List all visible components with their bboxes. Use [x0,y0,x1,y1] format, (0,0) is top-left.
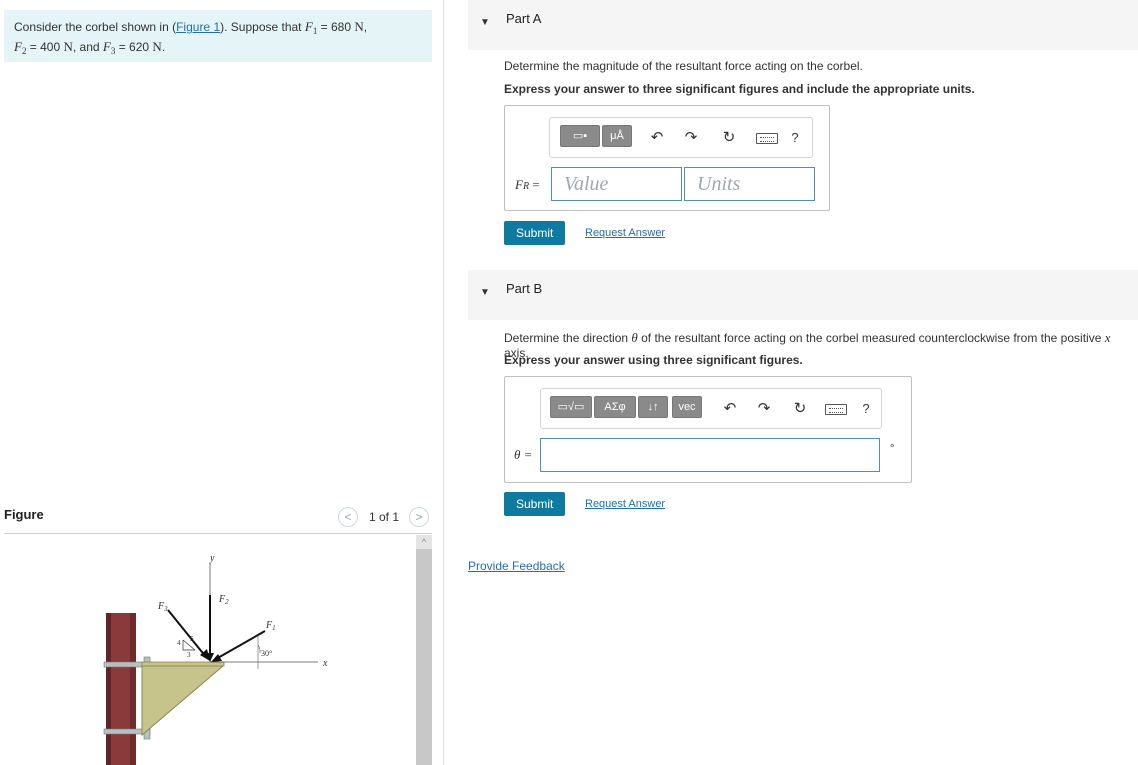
f2-label: F2 [218,594,229,606]
part-b-request-answer-link[interactable]: Request Answer [585,498,665,510]
figure-counter: 1 of 1 [369,510,400,524]
degree-unit: ° [890,443,895,455]
help-icon[interactable]: ? [857,401,875,417]
part-b-instruction: Express your answer using three signific… [504,353,803,367]
undo-icon[interactable]: ↶ [648,130,666,146]
scroll-up-button[interactable]: ^ [416,535,432,549]
x-axis-label: x [322,658,328,669]
arrows-button[interactable]: ↓↑ [638,396,668,418]
keyboard-icon[interactable] [825,404,847,415]
redo-icon[interactable]: ↷ [682,130,700,146]
y-axis-label: y [209,553,215,564]
slope-label-5: 5 [190,635,194,643]
value-field[interactable] [551,167,682,201]
part-a-submit-button[interactable]: Submit [504,221,566,245]
reset-icon[interactable]: ↻ [791,401,809,417]
column-edge [106,613,111,765]
part-a-title: Part A [506,11,542,26]
reset-icon[interactable]: ↻ [720,130,738,146]
provide-feedback-link[interactable]: Provide Feedback [468,559,565,573]
problem-intro: Consider the corbel shown in ( [14,20,177,34]
f1-arrow [215,630,266,660]
sqrt-template-button[interactable]: ▭√▭ [550,396,592,418]
f1-symbol: F [304,19,313,34]
f1-value: = 680 [317,20,352,34]
f2-value: = 400 [26,40,61,54]
part-b-submit-button[interactable]: Submit [504,492,566,516]
theta-input[interactable] [541,439,879,471]
f3-symbol: F [102,39,111,54]
units-input[interactable] [685,168,814,200]
part-b-toolbar: ▭√▭ ΑΣφ ↓↑ vec ↶ ↷ ↻ ? [540,388,882,429]
units-button[interactable]: μÅ [602,125,632,147]
keyboard-icon[interactable] [756,133,778,144]
angle-label: 30° [261,649,272,658]
f2-unit: N [63,39,73,54]
fr-label: FR = [515,177,540,192]
part-a-header[interactable]: ▼ Part A [468,0,1138,50]
part-a-toolbar: ▭▪ μÅ ↶ ↷ ↻ ? [549,117,813,158]
problem-text: ). Suppose that [220,20,305,34]
theta-label: θ = [514,447,533,462]
f3-value: = 620 [115,40,150,54]
f1-unit: N [354,19,364,34]
part-a-request-answer-link[interactable]: Request Answer [585,227,665,239]
problem-statement: Consider the corbel shown in (Figure 1).… [4,10,432,62]
theta-field[interactable] [540,438,880,472]
part-a-toggle-icon[interactable]: ▼ [480,17,490,28]
figure-scrollbar[interactable] [416,535,432,765]
slope-label-3: 3 [187,651,191,659]
undo-icon[interactable]: ↶ [721,401,739,417]
greek-symbols-button[interactable]: ΑΣφ [594,396,636,418]
column-divider [443,0,444,765]
corbel-figure: y x F2 F3 4 5 3 F1 30° [103,553,328,765]
template-button[interactable]: ▭▪ [560,125,600,147]
f2-symbol: F [14,39,22,54]
f1-label: F1 [265,620,276,632]
units-field[interactable] [684,167,815,201]
part-a-prompt: Determine the magnitude of the resultant… [504,59,863,73]
part-a-answer-box: ▭▪ μÅ ↶ ↷ ↻ ? FR = [504,105,830,211]
redo-icon[interactable]: ↷ [755,401,773,417]
previous-figure-button[interactable]: < [338,507,358,527]
vector-button[interactable]: vec [672,396,702,418]
part-b-toggle-icon[interactable]: ▼ [480,287,490,298]
part-b-header[interactable]: ▼ Part B [468,270,1138,320]
bracket-top-plate [141,661,225,667]
figure-divider [4,533,432,534]
separator: . [161,40,166,54]
part-b-answer-box: ▭√▭ ΑΣφ ↓↑ vec ↶ ↷ ↻ ? θ = ° [504,376,912,483]
part-a-instruction: Express your answer to three significant… [504,82,975,96]
figure-link[interactable]: Figure 1 [176,20,220,34]
bracket [141,665,225,737]
value-input[interactable] [552,168,681,200]
separator: , [363,20,368,34]
slope-label-4: 4 [177,639,181,647]
f3-label: F3 [157,601,168,613]
angle-arc [257,644,261,654]
column-edge-right [130,613,136,765]
separator: , and [72,40,103,54]
help-icon[interactable]: ? [786,130,804,146]
f3-unit: N [152,39,162,54]
figure-label: Figure [4,507,44,522]
next-figure-button[interactable]: > [409,507,429,527]
part-b-title: Part B [506,281,543,296]
